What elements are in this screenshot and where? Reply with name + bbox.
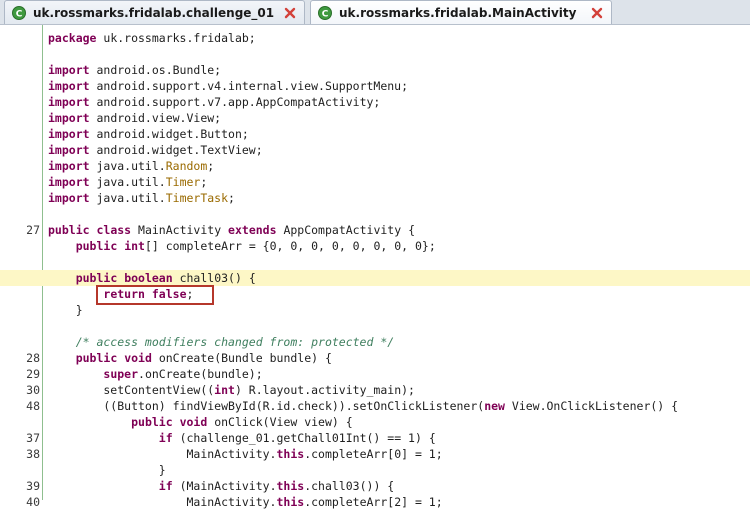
code-text: public boolean chall03() { <box>75 271 256 285</box>
close-icon[interactable] <box>591 7 603 19</box>
tab-label: uk.rossmarks.fridalab.MainActivity <box>339 5 577 20</box>
line-number: 30 <box>26 383 40 397</box>
code-line[interactable] <box>0 318 750 334</box>
code-line[interactable]: 48 ((Button) findViewById(R.id.check)).s… <box>0 398 750 414</box>
code-line[interactable]: import android.support.v7.app.AppCompatA… <box>0 94 750 110</box>
code-line[interactable]: public void onClick(View view) { <box>0 414 750 430</box>
tab-main-activity[interactable]: C uk.rossmarks.fridalab.MainActivity <box>310 0 612 24</box>
tab-label: uk.rossmarks.fridalab.challenge_01 <box>33 5 275 20</box>
code-text: if (MainActivity.this.chall03()) { <box>158 479 395 493</box>
code-line[interactable]: import java.util.Random; <box>0 158 750 174</box>
close-icon[interactable] <box>284 7 296 19</box>
code-text: if (challenge_01.getChall01Int() == 1) { <box>158 431 436 445</box>
line-number: 48 <box>26 399 40 413</box>
code-text: import java.util.Timer; <box>48 175 208 189</box>
code-line[interactable]: /* access modifiers changed from: protec… <box>0 334 750 350</box>
code-text: import java.util.TimerTask; <box>48 191 235 205</box>
code-line[interactable]: import android.widget.Button; <box>0 126 750 142</box>
code-line[interactable]: import android.view.View; <box>0 110 750 126</box>
code-line[interactable]: import android.os.Bundle; <box>0 62 750 78</box>
code-line[interactable]: 38 MainActivity.this.completeArr[0] = 1; <box>0 446 750 462</box>
code-text: super.onCreate(bundle); <box>103 367 263 381</box>
code-line[interactable] <box>0 206 750 222</box>
code-text: public class MainActivity extends AppCom… <box>48 223 415 237</box>
svg-text:C: C <box>322 9 329 19</box>
code-text: /* access modifiers changed from: protec… <box>48 335 395 349</box>
code-line[interactable]: package uk.rossmarks.fridalab; <box>0 30 750 46</box>
code-text: import android.widget.Button; <box>48 127 249 141</box>
code-text: import android.widget.TextView; <box>48 143 263 157</box>
code-text: public int[] completeArr = {0, 0, 0, 0, … <box>75 239 436 253</box>
java-class-icon: C <box>318 5 332 20</box>
line-number: 38 <box>26 447 40 461</box>
line-number: 27 <box>26 223 40 237</box>
code-line[interactable]: import android.widget.TextView; <box>0 142 750 158</box>
code-text: ((Button) findViewById(R.id.check)).setO… <box>48 399 679 413</box>
code-line[interactable]: 29 super.onCreate(bundle); <box>0 366 750 382</box>
code-text: import java.util.Random; <box>48 159 215 173</box>
code-text: } <box>48 463 166 477</box>
annotation-highlight-box <box>96 285 214 305</box>
code-text: MainActivity.this.completeArr[2] = 1; <box>48 495 443 509</box>
line-number: 39 <box>26 479 40 493</box>
code-text: import android.view.View; <box>48 111 222 125</box>
code-text: import android.os.Bundle; <box>48 63 222 77</box>
code-text: package uk.rossmarks.fridalab; <box>48 31 256 45</box>
java-class-icon: C <box>12 5 26 20</box>
code-text: import android.support.v4.internal.view.… <box>48 79 409 93</box>
code-line[interactable]: 39 if (MainActivity.this.chall03()) { <box>0 478 750 494</box>
code-line[interactable]: 28 public void onCreate(Bundle bundle) { <box>0 350 750 366</box>
code-text: public void onClick(View view) { <box>131 415 353 429</box>
line-number: 37 <box>26 431 40 445</box>
svg-text:C: C <box>16 9 23 19</box>
line-number: 28 <box>26 351 40 365</box>
code-line[interactable]: import java.util.TimerTask; <box>0 190 750 206</box>
code-line[interactable] <box>0 254 750 270</box>
code-text: setContentView((int) R.layout.activity_m… <box>48 383 415 397</box>
code-text: } <box>48 303 83 317</box>
tab-challenge-01[interactable]: C uk.rossmarks.fridalab.challenge_01 <box>4 0 305 24</box>
code-line[interactable]: public boolean chall03() { <box>0 270 750 286</box>
code-line[interactable]: 27 public class MainActivity extends AppC… <box>0 222 750 238</box>
code-line[interactable]: 37 if (challenge_01.getChall01Int() == 1… <box>0 430 750 446</box>
code-text: MainActivity.this.completeArr[0] = 1; <box>48 447 443 461</box>
editor-tab-bar: C uk.rossmarks.fridalab.challenge_01 C u… <box>0 0 750 25</box>
code-line[interactable]: import java.util.Timer; <box>0 174 750 190</box>
code-text: public void onCreate(Bundle bundle) { <box>75 351 332 365</box>
code-line[interactable] <box>0 46 750 62</box>
code-line[interactable]: public int[] completeArr = {0, 0, 0, 0, … <box>0 238 750 254</box>
code-line[interactable]: 40 MainActivity.this.completeArr[2] = 1; <box>0 494 750 510</box>
code-text: import android.support.v7.app.AppCompatA… <box>48 95 381 109</box>
code-line[interactable]: import android.support.v4.internal.view.… <box>0 78 750 94</box>
code-line[interactable]: } <box>0 462 750 478</box>
code-line[interactable]: 30 setContentView((int) R.layout.activit… <box>0 382 750 398</box>
line-number: 29 <box>26 367 40 381</box>
line-number: 40 <box>26 495 40 509</box>
